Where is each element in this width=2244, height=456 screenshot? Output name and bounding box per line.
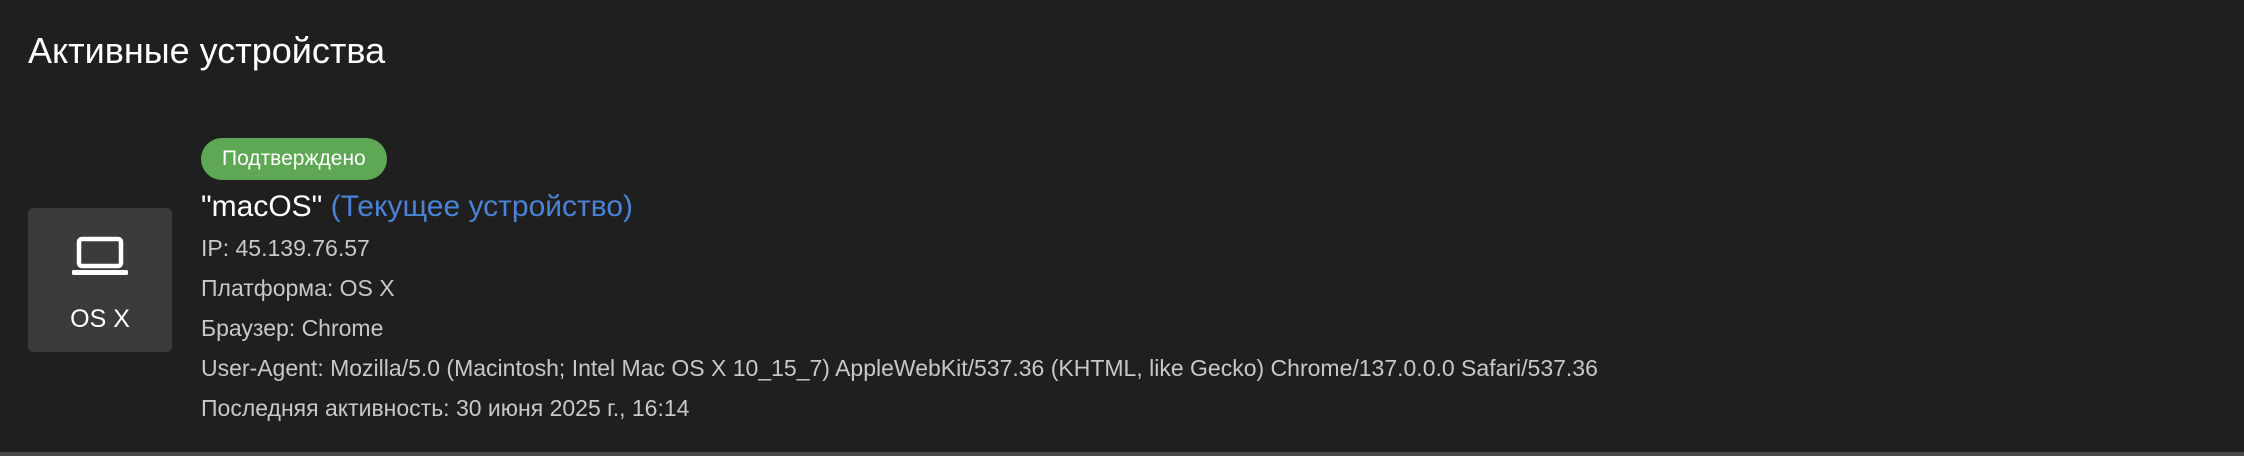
device-browser: Браузер: Chrome [201, 315, 384, 341]
device-os-label: OS X [70, 305, 130, 333]
laptop-icon [72, 236, 128, 275]
active-devices-page: Активные устройства OS X Подтверждено "m… [0, 0, 2244, 456]
current-device-label: (Текущее устройство) [330, 190, 634, 223]
page-title: Активные устройства [28, 30, 386, 71]
status-badge: Подтверждено [201, 138, 387, 180]
device-details: Подтверждено "macOS" (Текущее устройство… [201, 138, 1598, 428]
device-last-activity: Последняя активность: 30 июня 2025 г., 1… [201, 395, 690, 421]
device-platform: Платформа: OS X [201, 275, 395, 301]
device-user-agent: User-Agent: Mozilla/5.0 (Macintosh; Inte… [201, 355, 1598, 381]
device-name-line: "macOS" (Текущее устройство) [201, 186, 1598, 228]
divider [0, 452, 2244, 456]
device-name: "macOS" [201, 190, 323, 223]
device-ip: IP: 45.139.76.57 [201, 235, 370, 261]
device-os-card: OS X [28, 208, 172, 352]
